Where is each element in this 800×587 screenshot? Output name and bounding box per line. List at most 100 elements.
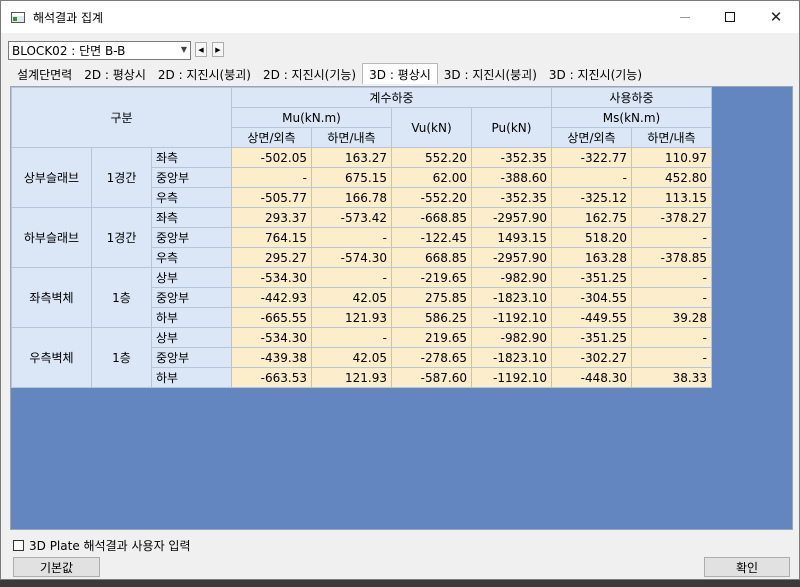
maximize-button[interactable] bbox=[707, 1, 753, 33]
value-cell-ms-bot[interactable]: - bbox=[631, 287, 712, 308]
level-cell: 1층 bbox=[91, 267, 152, 328]
value-cell-vu[interactable]: 219.65 bbox=[391, 327, 472, 348]
value-cell-mu-bot[interactable]: 42.05 bbox=[311, 287, 392, 308]
user-input-checkbox-row[interactable]: 3D Plate 해석결과 사용자 입력 bbox=[13, 537, 191, 554]
value-cell-pu[interactable]: -352.35 bbox=[471, 187, 552, 208]
value-cell-ms-bot[interactable]: 39.28 bbox=[631, 307, 712, 328]
default-values-button[interactable]: 기본값 bbox=[13, 557, 100, 577]
value-cell-ms-bot[interactable]: -378.85 bbox=[631, 247, 712, 268]
tab-2d-seismic-function[interactable]: 2D : 지진시(기능) bbox=[257, 65, 362, 84]
minimize-button[interactable] bbox=[662, 1, 708, 33]
value-cell-ms-bot[interactable]: - bbox=[631, 347, 712, 368]
value-cell-mu-bot[interactable]: 163.27 bbox=[311, 147, 392, 168]
value-cell-ms-bot[interactable]: -378.27 bbox=[631, 207, 712, 228]
value-cell-ms-bot[interactable]: - bbox=[631, 227, 712, 248]
value-cell-mu-bot[interactable]: -574.30 bbox=[311, 247, 392, 268]
value-cell-vu[interactable]: -587.60 bbox=[391, 367, 472, 388]
value-cell-pu[interactable]: -1192.10 bbox=[471, 367, 552, 388]
value-cell-pu[interactable]: -2957.90 bbox=[471, 207, 552, 228]
value-cell-mu-bot[interactable]: - bbox=[311, 327, 392, 348]
value-cell-vu[interactable]: 668.85 bbox=[391, 247, 472, 268]
value-cell-mu-bot[interactable]: 121.93 bbox=[311, 367, 392, 388]
value-cell-ms-top[interactable]: -449.55 bbox=[551, 307, 632, 328]
value-cell-vu[interactable]: 62.00 bbox=[391, 167, 472, 188]
value-cell-pu[interactable]: -388.60 bbox=[471, 167, 552, 188]
value-cell-pu[interactable]: 1493.15 bbox=[471, 227, 552, 248]
value-cell-ms-top[interactable]: -351.25 bbox=[551, 267, 632, 288]
value-cell-vu[interactable]: 586.25 bbox=[391, 307, 472, 328]
next-block-button[interactable]: ▶ bbox=[212, 42, 224, 57]
value-cell-ms-top[interactable]: -304.55 bbox=[551, 287, 632, 308]
value-cell-vu[interactable]: -219.65 bbox=[391, 267, 472, 288]
value-cell-pu[interactable]: -2957.90 bbox=[471, 247, 552, 268]
tab-3d-seismic-function[interactable]: 3D : 지진시(기능) bbox=[543, 65, 648, 84]
value-cell-ms-bot[interactable]: - bbox=[631, 327, 712, 348]
value-cell-ms-bot[interactable]: 452.80 bbox=[631, 167, 712, 188]
value-cell-ms-top[interactable]: 163.28 bbox=[551, 247, 632, 268]
header-pu: Pu(kN) bbox=[471, 107, 552, 148]
value-cell-ms-top[interactable]: -325.12 bbox=[551, 187, 632, 208]
value-cell-mu-top[interactable]: -534.30 bbox=[231, 327, 312, 348]
prev-block-button[interactable]: ◀ bbox=[195, 42, 207, 57]
maximize-icon bbox=[725, 12, 735, 22]
value-cell-mu-top[interactable]: -534.30 bbox=[231, 267, 312, 288]
value-cell-mu-top[interactable]: -505.77 bbox=[231, 187, 312, 208]
ok-button[interactable]: 확인 bbox=[704, 557, 790, 577]
position-cell: 중앙부 bbox=[151, 167, 232, 188]
value-cell-mu-bot[interactable]: - bbox=[311, 227, 392, 248]
value-cell-pu[interactable]: -1823.10 bbox=[471, 347, 552, 368]
tab-design-section-force[interactable]: 설계단면력 bbox=[11, 65, 78, 84]
value-cell-vu[interactable]: -278.65 bbox=[391, 347, 472, 368]
value-cell-ms-top[interactable]: -322.77 bbox=[551, 147, 632, 168]
value-cell-mu-bot[interactable]: 121.93 bbox=[311, 307, 392, 328]
position-cell: 우측 bbox=[151, 247, 232, 268]
value-cell-mu-top[interactable]: 293.37 bbox=[231, 207, 312, 228]
value-cell-mu-bot[interactable]: 42.05 bbox=[311, 347, 392, 368]
value-cell-mu-top[interactable]: - bbox=[231, 167, 312, 188]
tab-2d-seismic-collapse[interactable]: 2D : 지진시(붕괴) bbox=[152, 65, 257, 84]
value-cell-mu-bot[interactable]: - bbox=[311, 267, 392, 288]
value-cell-pu[interactable]: -352.35 bbox=[471, 147, 552, 168]
value-cell-ms-top[interactable]: 162.75 bbox=[551, 207, 632, 228]
chevron-down-icon: ▼ bbox=[180, 45, 187, 54]
value-cell-ms-bot[interactable]: 38.33 bbox=[631, 367, 712, 388]
position-cell: 좌측 bbox=[151, 147, 232, 168]
value-cell-ms-bot[interactable]: - bbox=[631, 267, 712, 288]
value-cell-ms-bot[interactable]: 110.97 bbox=[631, 147, 712, 168]
value-cell-pu[interactable]: -982.90 bbox=[471, 327, 552, 348]
value-cell-mu-top[interactable]: -442.93 bbox=[231, 287, 312, 308]
close-button[interactable]: ✕ bbox=[753, 1, 799, 33]
value-cell-pu[interactable]: -982.90 bbox=[471, 267, 552, 288]
value-cell-ms-top[interactable]: - bbox=[551, 167, 632, 188]
value-cell-mu-bot[interactable]: 675.15 bbox=[311, 167, 392, 188]
value-cell-vu[interactable]: 552.20 bbox=[391, 147, 472, 168]
value-cell-mu-top[interactable]: -663.53 bbox=[231, 367, 312, 388]
value-cell-mu-top[interactable]: 764.15 bbox=[231, 227, 312, 248]
value-cell-pu[interactable]: -1192.10 bbox=[471, 307, 552, 328]
tab-label: 2D : 평상시 bbox=[84, 68, 146, 82]
analysis-summary-window: 해석결과 집계 ✕ BLOCK02 : 단면 B-B ▼ ◀ ▶ 설계단면력 2… bbox=[0, 0, 800, 580]
value-cell-pu[interactable]: -1823.10 bbox=[471, 287, 552, 308]
value-cell-ms-top[interactable]: -448.30 bbox=[551, 367, 632, 388]
value-cell-mu-top[interactable]: -665.55 bbox=[231, 307, 312, 328]
value-cell-vu[interactable]: -122.45 bbox=[391, 227, 472, 248]
block-select[interactable]: BLOCK02 : 단면 B-B ▼ bbox=[8, 41, 191, 60]
value-cell-vu[interactable]: 275.85 bbox=[391, 287, 472, 308]
value-cell-mu-bot[interactable]: 166.78 bbox=[311, 187, 392, 208]
value-cell-mu-top[interactable]: 295.27 bbox=[231, 247, 312, 268]
value-cell-ms-top[interactable]: -302.27 bbox=[551, 347, 632, 368]
position-cell: 중앙부 bbox=[151, 347, 232, 368]
value-cell-vu[interactable]: -668.85 bbox=[391, 207, 472, 228]
value-cell-mu-top[interactable]: -502.05 bbox=[231, 147, 312, 168]
value-cell-mu-bot[interactable]: -573.42 bbox=[311, 207, 392, 228]
tab-2d-normal[interactable]: 2D : 평상시 bbox=[78, 65, 152, 84]
tab-3d-normal[interactable]: 3D : 평상시 bbox=[362, 63, 438, 84]
value-cell-mu-top[interactable]: -439.38 bbox=[231, 347, 312, 368]
value-cell-vu[interactable]: -552.20 bbox=[391, 187, 472, 208]
tab-3d-seismic-collapse[interactable]: 3D : 지진시(붕괴) bbox=[438, 65, 543, 84]
user-input-checkbox[interactable] bbox=[13, 540, 24, 551]
results-grid: 구분 계수하중 사용하중 Mu(kN.m) Vu(kN) Pu(kN) Ms(k… bbox=[10, 86, 793, 530]
value-cell-ms-top[interactable]: -351.25 bbox=[551, 327, 632, 348]
value-cell-ms-bot[interactable]: 113.15 bbox=[631, 187, 712, 208]
value-cell-ms-top[interactable]: 518.20 bbox=[551, 227, 632, 248]
